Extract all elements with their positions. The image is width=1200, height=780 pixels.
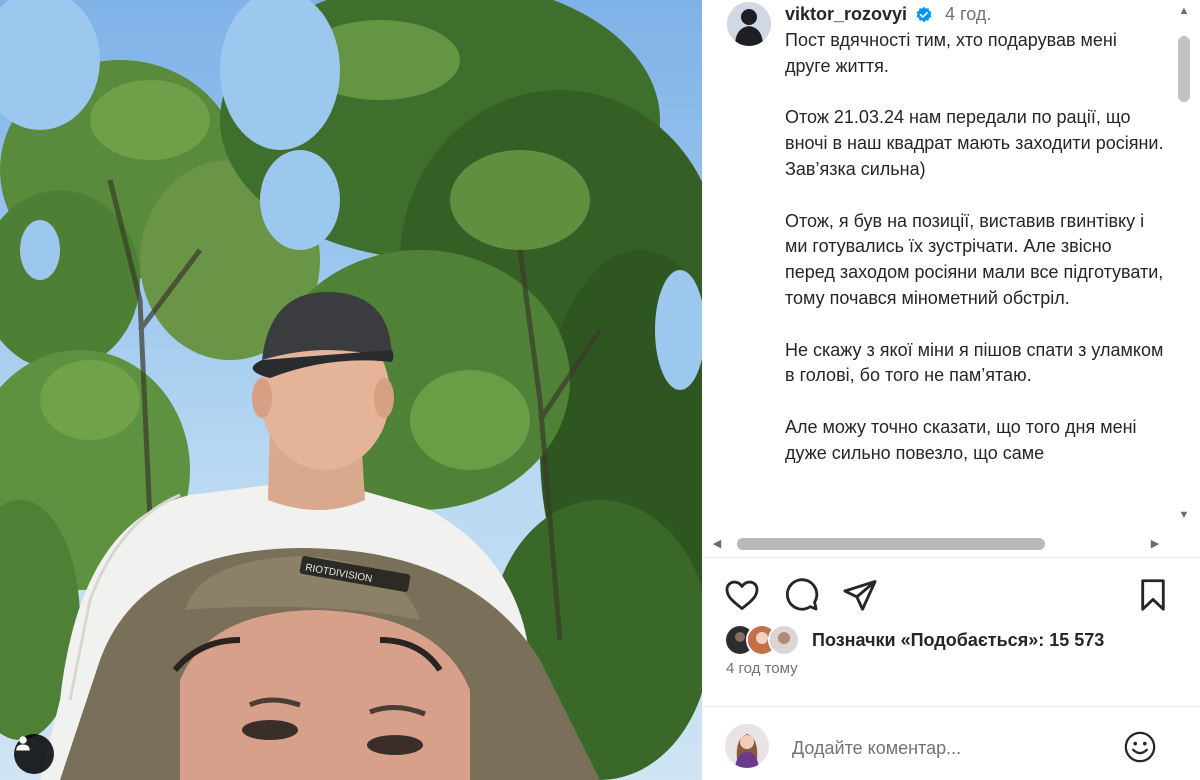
paper-plane-icon — [843, 580, 877, 611]
caption-paragraph: Отож, я був на позиції, виставив гвинтів… — [785, 210, 1164, 308]
author-avatar[interactable] — [727, 2, 771, 46]
current-user-avatar — [725, 724, 769, 768]
like-button[interactable] — [723, 576, 761, 614]
verified-badge-icon — [916, 6, 932, 23]
share-button[interactable] — [841, 576, 879, 614]
tagged-users-button[interactable] — [14, 734, 54, 774]
author-avatar-image — [727, 2, 771, 46]
post-details-panel: viktor_rozovyi 4 год. Пост вдячності тим… — [702, 0, 1200, 780]
add-comment-bar — [702, 720, 1200, 776]
comment-bubble-icon — [785, 578, 819, 611]
bookmark-icon — [1141, 579, 1165, 611]
scroll-up-arrow-icon[interactable]: ▲ — [1177, 4, 1191, 18]
likes-count[interactable]: Позначки «Подобається»: 15 573 — [812, 630, 1104, 651]
scroll-left-arrow-icon[interactable]: ◀ — [710, 537, 724, 551]
caption-paragraph: Пост вдячності тим, хто подарував мені д… — [785, 30, 1117, 76]
smiley-icon — [1124, 731, 1156, 763]
caption-paragraph: Отож 21.03.24 нам передали по рації, що … — [785, 107, 1164, 179]
horizontal-scrollbar[interactable]: ◀ ▶ — [702, 532, 1172, 556]
scroll-down-arrow-icon[interactable]: ▼ — [1177, 508, 1191, 522]
emoji-button[interactable] — [1123, 730, 1157, 764]
current-user-avatar-image — [725, 724, 769, 768]
author-username[interactable]: viktor_rozovyi — [785, 2, 907, 28]
comment-button[interactable] — [782, 576, 820, 614]
post-caption: viktor_rozovyi 4 год. Пост вдячності тим… — [785, 2, 1165, 492]
horizontal-scrollbar-thumb[interactable] — [737, 538, 1045, 550]
heart-icon — [725, 580, 759, 610]
divider — [702, 557, 1200, 558]
liker-avatar-image — [770, 626, 798, 654]
scroll-right-arrow-icon[interactable]: ▶ — [1148, 537, 1162, 551]
post-timestamp[interactable]: 4 год тому — [726, 660, 798, 677]
vertical-scrollbar[interactable]: ▲ ▼ — [1174, 0, 1198, 530]
liker-avatar[interactable] — [768, 624, 800, 656]
save-button[interactable] — [1134, 576, 1172, 614]
caption-scroll-area[interactable]: viktor_rozovyi 4 год. Пост вдячності тим… — [702, 0, 1200, 556]
likes-summary: Позначки «Подобається»: 15 573 — [724, 624, 1104, 656]
divider — [702, 706, 1200, 707]
caption-paragraph: Не скажу з якої міни я пішов спати з ула… — [785, 339, 1164, 386]
post-photo[interactable]: RIOTDIVISION — [0, 0, 702, 780]
post-actions — [702, 570, 1200, 620]
vertical-scrollbar-thumb[interactable] — [1178, 36, 1190, 102]
caption-paragraph: Але можу точно сказати, що того дня мені… — [785, 416, 1137, 463]
comment-input[interactable] — [790, 732, 1104, 764]
caption-header: viktor_rozovyi 4 год. — [785, 2, 1165, 28]
person-icon — [16, 736, 30, 751]
photo-illustration: RIOTDIVISION — [0, 0, 702, 780]
post-time[interactable]: 4 год. — [945, 2, 991, 28]
